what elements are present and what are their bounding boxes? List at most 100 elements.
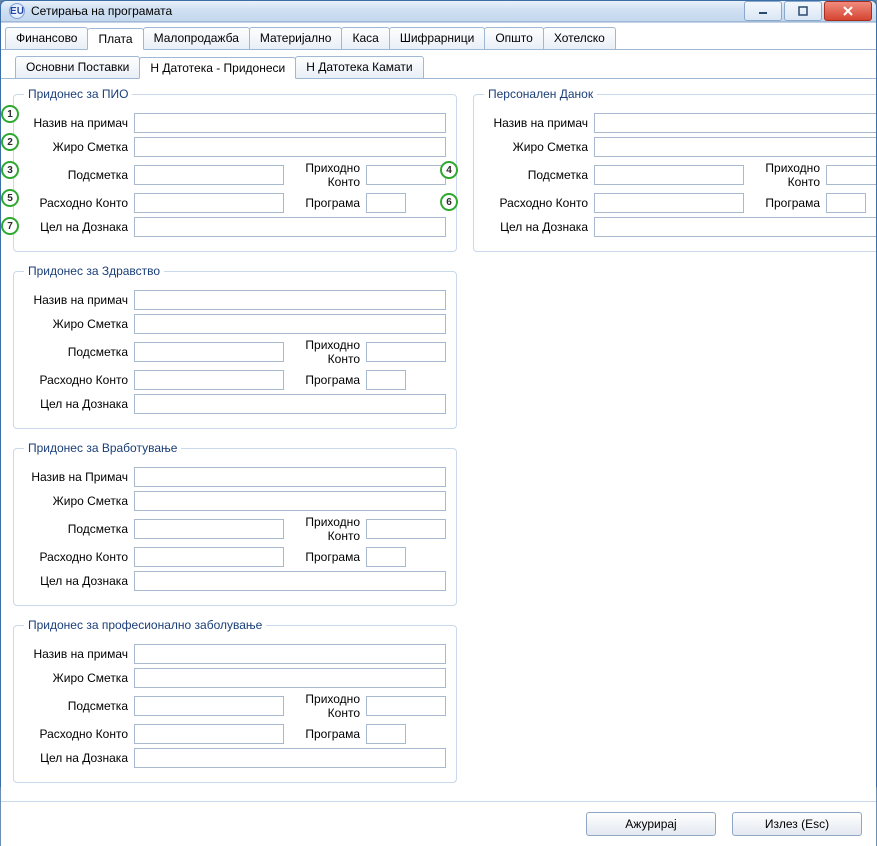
window: EU Сетирања на програмата Финансово Плат… xyxy=(0,0,877,787)
vrab-rashodno-label: Расходно Конто xyxy=(24,550,128,564)
zdr-rashodno-label: Расходно Конто xyxy=(24,373,128,387)
vrab-cel-label: Цел на Дознака xyxy=(24,574,128,588)
tab-finansovo[interactable]: Финансово xyxy=(5,27,88,49)
pio-programa-label: Програма xyxy=(290,196,360,210)
zdr-naziv-label: Назив на примач xyxy=(24,293,128,307)
vrab-cel-input[interactable] xyxy=(134,571,446,591)
vrab-podsmetka-label: Подсметка xyxy=(24,522,128,536)
pers-cel-label: Цел на Дознака xyxy=(484,220,588,234)
vrab-rashodno-input[interactable] xyxy=(134,547,284,567)
tab-kasa[interactable]: Каса xyxy=(341,27,389,49)
subtab-kamati[interactable]: Н Датотека Камати xyxy=(295,56,423,78)
tab-plata[interactable]: Плата xyxy=(87,28,143,50)
pers-podsmetka-label: Подсметка xyxy=(484,168,588,182)
vrab-ziro-label: Жиро Сметка xyxy=(24,494,128,508)
close-button[interactable] xyxy=(824,1,872,21)
group-vrabotuvanje-legend: Придонес за Вработување xyxy=(24,441,181,455)
window-title: Сетирања на програмата xyxy=(31,4,744,18)
prof-ziro-input[interactable] xyxy=(134,668,446,688)
group-personalen: Персонален Данок Назив на примач Жиро См… xyxy=(473,87,876,252)
group-zdravstvo-legend: Придонес за Здравство xyxy=(24,264,164,278)
zdr-programa-label: Програма xyxy=(290,373,360,387)
tab-opshto[interactable]: Општо xyxy=(484,27,544,49)
vrab-prihodno-label: Приходно Конто xyxy=(290,515,360,543)
zdr-naziv-input[interactable] xyxy=(134,290,446,310)
pers-ziro-input[interactable] xyxy=(594,137,876,157)
group-pio: Придонес за ПИО Назив на примач Жиро Сме… xyxy=(13,87,457,252)
content: Финансово Плата Малопродажба Материјално… xyxy=(1,22,876,846)
prof-rashodno-label: Расходно Конто xyxy=(24,727,128,741)
pers-naziv-input[interactable] xyxy=(594,113,876,133)
window-buttons xyxy=(744,1,872,21)
marker-5: 5 xyxy=(1,189,19,207)
pers-cel-input[interactable] xyxy=(594,217,876,237)
zdr-ziro-input[interactable] xyxy=(134,314,446,334)
zdr-prihodno-label: Приходно Конто xyxy=(290,338,360,366)
pio-rashodno-label: Расходно Конто xyxy=(24,196,128,210)
vrab-prihodno-input[interactable] xyxy=(366,519,446,539)
pers-rashodno-label: Расходно Конто xyxy=(484,196,588,210)
pers-prihodno-label: Приходно Конто xyxy=(750,161,820,189)
prof-naziv-input[interactable] xyxy=(134,644,446,664)
marker-2: 2 xyxy=(1,133,19,151)
pio-naziv-input[interactable] xyxy=(134,113,446,133)
zdr-cel-input[interactable] xyxy=(134,394,446,414)
pio-prihodno-label: Приходно Конто xyxy=(290,161,360,189)
pio-naziv-label: Назив на примач xyxy=(24,116,128,130)
prof-programa-label: Програма xyxy=(290,727,360,741)
prof-programa-input[interactable] xyxy=(366,724,406,744)
tab-maloprodazba[interactable]: Малопродажба xyxy=(143,27,250,49)
group-profesionalno: Придонес за професионално заболување Наз… xyxy=(13,618,457,783)
vrab-podsmetka-input[interactable] xyxy=(134,519,284,539)
pio-ziro-label: Жиро Сметка xyxy=(24,140,128,154)
prof-prihodno-input[interactable] xyxy=(366,696,446,716)
titlebar: EU Сетирања на програмата xyxy=(1,1,876,22)
pers-programa-input[interactable] xyxy=(826,193,866,213)
vrab-ziro-input[interactable] xyxy=(134,491,446,511)
maximize-button[interactable] xyxy=(784,1,822,21)
sub-tabbar: Основни Поставки Н Датотека - Придонеси … xyxy=(1,50,876,79)
prof-rashodno-input[interactable] xyxy=(134,724,284,744)
prof-cel-input[interactable] xyxy=(134,748,446,768)
prof-prihodno-label: Приходно Конто xyxy=(290,692,360,720)
zdr-podsmetka-input[interactable] xyxy=(134,342,284,362)
pio-cel-input[interactable] xyxy=(134,217,446,237)
prof-podsmetka-label: Подсметка xyxy=(24,699,128,713)
group-zdravstvo: Придонес за Здравство Назив на примач Жи… xyxy=(13,264,457,429)
marker-6: 6 xyxy=(440,193,458,211)
pio-rashodno-input[interactable] xyxy=(134,193,284,213)
vrab-programa-input[interactable] xyxy=(366,547,406,567)
minimize-button[interactable] xyxy=(744,1,782,21)
pio-programa-input[interactable] xyxy=(366,193,406,213)
prof-ziro-label: Жиро Сметка xyxy=(24,671,128,685)
update-button[interactable]: Ажурирај xyxy=(586,812,716,836)
pers-rashodno-input[interactable] xyxy=(594,193,744,213)
marker-1: 1 xyxy=(1,105,19,123)
zdr-rashodno-input[interactable] xyxy=(134,370,284,390)
pers-prihodno-input[interactable] xyxy=(826,165,876,185)
marker-4: 4 xyxy=(440,161,458,179)
pio-podsmetka-input[interactable] xyxy=(134,165,284,185)
body: 1 2 3 5 7 Придонес за ПИО Назив на прима… xyxy=(1,79,876,801)
main-tabbar: Финансово Плата Малопродажба Материјално… xyxy=(1,23,876,50)
tab-sifrarnici[interactable]: Шифрарници xyxy=(389,27,486,49)
tab-hotelsko[interactable]: Хотелско xyxy=(543,27,616,49)
pers-podsmetka-input[interactable] xyxy=(594,165,744,185)
pio-cel-label: Цел на Дознака xyxy=(24,220,128,234)
pio-ziro-input[interactable] xyxy=(134,137,446,157)
pio-prihodno-input[interactable] xyxy=(366,165,446,185)
subtab-osnovni[interactable]: Основни Поставки xyxy=(15,56,140,78)
group-personalen-legend: Персонален Данок xyxy=(484,87,597,101)
marker-7: 7 xyxy=(1,217,19,235)
exit-button[interactable]: Излез (Esc) xyxy=(732,812,862,836)
subtab-pridonesi[interactable]: Н Датотека - Придонеси xyxy=(139,57,296,79)
prof-podsmetka-input[interactable] xyxy=(134,696,284,716)
pers-naziv-label: Назив на примач xyxy=(484,116,588,130)
vrab-naziv-label: Назив на Примач xyxy=(24,470,128,484)
zdr-cel-label: Цел на Дознака xyxy=(24,397,128,411)
zdr-prihodno-input[interactable] xyxy=(366,342,446,362)
vrab-naziv-input[interactable] xyxy=(134,467,446,487)
tab-materijalno[interactable]: Материјално xyxy=(249,27,343,49)
zdr-programa-input[interactable] xyxy=(366,370,406,390)
pers-programa-label: Програма xyxy=(750,196,820,210)
